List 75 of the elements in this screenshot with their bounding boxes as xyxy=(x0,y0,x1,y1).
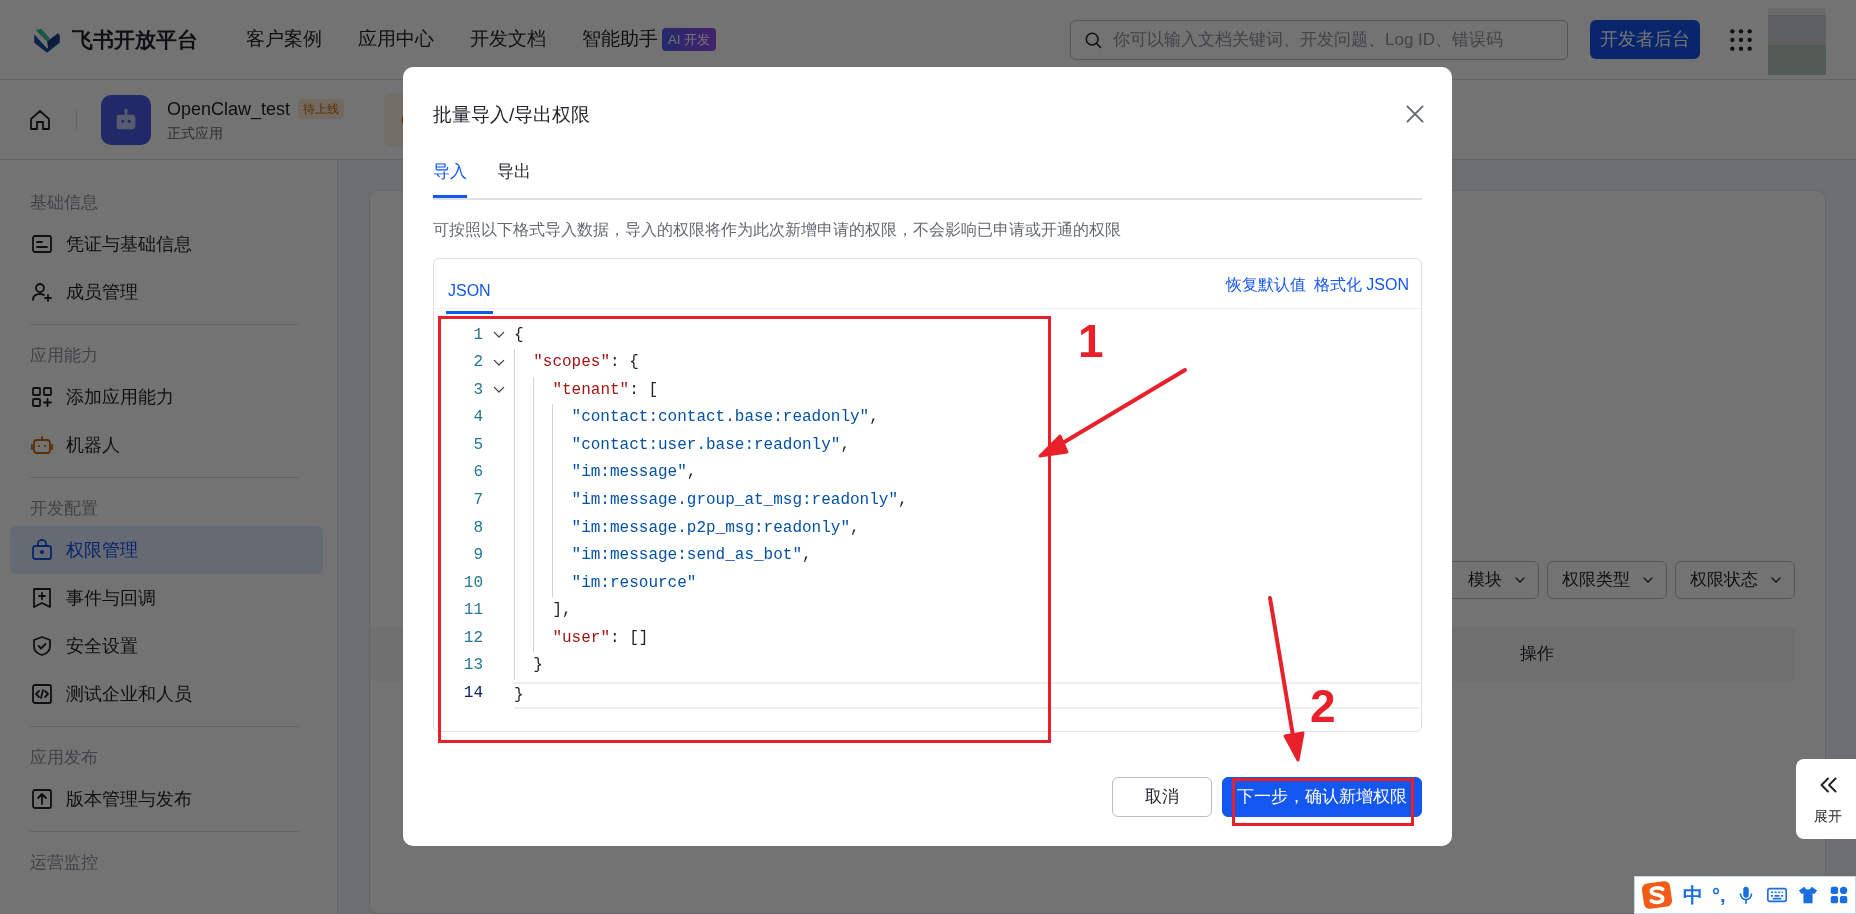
editor-link[interactable]: 恢复默认值 xyxy=(1217,272,1306,297)
line-number: 12 xyxy=(462,627,483,649)
filter-dropdown[interactable]: 权限状态 xyxy=(1675,561,1795,599)
code-line: "im:message:send_as_bot", xyxy=(571,546,812,565)
line-number: 13 xyxy=(462,655,483,677)
code-line: "contact:contact.base:readonly", xyxy=(571,408,879,427)
nav-link[interactable]: 应用中心 xyxy=(358,25,434,54)
nav-link[interactable]: 客户案例 xyxy=(246,25,322,54)
line-number: 1 xyxy=(472,324,483,346)
add-user-icon xyxy=(30,280,54,304)
code-line: { xyxy=(514,325,524,344)
shield-check-icon xyxy=(30,634,54,658)
sidebar-item[interactable]: 成员管理 xyxy=(10,268,323,316)
line-number: 7 xyxy=(472,489,483,511)
code-line: "im:resource" xyxy=(571,573,697,592)
line-number: 5 xyxy=(472,434,483,456)
code-icon xyxy=(30,682,54,706)
cancel-button[interactable]: 取消 xyxy=(1112,776,1212,817)
sidebar-item[interactable]: 权限管理 xyxy=(10,526,323,574)
sidebar-item[interactable]: 测试企业和人员 xyxy=(10,670,323,718)
bookmark-plus-icon xyxy=(30,586,54,610)
id-card-icon xyxy=(30,232,54,256)
filter-dropdown[interactable]: 权限类型 xyxy=(1547,561,1667,599)
line-number: 11 xyxy=(462,600,483,622)
line-number: 6 xyxy=(472,462,483,484)
code-line: } xyxy=(533,656,543,675)
editor-link[interactable]: 格式化 JSON xyxy=(1305,272,1409,297)
upload-icon xyxy=(30,787,54,811)
ai-badge: AI 开发 xyxy=(662,27,716,52)
logo-text[interactable]: 飞书开放平台 xyxy=(72,23,198,56)
apps-grid-icon[interactable] xyxy=(1728,26,1754,53)
code-line: ], xyxy=(552,601,572,620)
add-grid-icon xyxy=(30,385,54,409)
line-number: 3 xyxy=(472,379,483,401)
shirt-icon[interactable] xyxy=(1797,884,1820,906)
ime-logo-icon[interactable] xyxy=(1639,878,1674,912)
ime-mode[interactable]: 中 xyxy=(1682,880,1703,910)
line-number: 4 xyxy=(472,407,483,429)
column-header: 操作 xyxy=(1520,643,1555,666)
sidebar-item[interactable]: 添加应用能力 xyxy=(10,373,323,421)
home-icon[interactable] xyxy=(28,107,52,132)
code-line: "im:message", xyxy=(571,463,697,482)
code-line: "scopes": { xyxy=(533,353,639,372)
step-number: 2 xyxy=(1310,683,1336,729)
editor-tab[interactable]: JSON xyxy=(446,266,493,314)
status-badge: 待上线 xyxy=(298,99,345,119)
nav-link[interactable]: 开发文档 xyxy=(470,25,546,54)
step-number: 1 xyxy=(1078,318,1104,364)
sidebar-item[interactable]: 机器人 xyxy=(10,421,323,469)
tab[interactable]: 导出 xyxy=(497,159,531,198)
console-button[interactable]: 开发者后台 xyxy=(1590,20,1700,59)
sidebar-item[interactable]: 安全设置 xyxy=(10,622,323,670)
robot-icon xyxy=(30,433,54,457)
expand-button[interactable]: 展开 xyxy=(1796,759,1856,839)
code-line: "im:message.group_at_msg:readonly", xyxy=(571,490,908,509)
app-name: OpenClaw_test xyxy=(167,97,291,122)
line-number: 2 xyxy=(472,352,483,374)
description-text: 可按照以下格式导入数据，导入的权限将作为此次新增申请的权限，不会影响已申请或开通的权限 xyxy=(433,219,1122,240)
code-line: "tenant": [ xyxy=(552,380,658,399)
line-number: 14 xyxy=(462,683,483,704)
code-line: } xyxy=(514,686,524,704)
punctuation-toggle[interactable]: °, xyxy=(1712,880,1726,910)
nav-link[interactable]: 智能助手 AI 开发 xyxy=(582,25,716,54)
code-line: "user": [] xyxy=(552,628,649,647)
app-type: 正式应用 xyxy=(167,123,224,143)
tab[interactable]: 导入 xyxy=(433,159,467,198)
sidebar-item[interactable]: 凭证与基础信息 xyxy=(10,220,323,268)
line-number: 10 xyxy=(462,572,483,594)
sidebar-item[interactable]: 事件与回调 xyxy=(10,574,323,622)
line-number: 8 xyxy=(472,517,483,539)
sidebar-item[interactable]: 版本管理与发布 xyxy=(10,775,323,823)
line-number: 9 xyxy=(472,545,483,567)
dialog-title: 批量导入/导出权限 xyxy=(433,103,591,127)
code-line: "im:message.p2p_msg:readonly", xyxy=(571,518,860,537)
code-line: "contact:user.base:readonly", xyxy=(571,435,850,454)
